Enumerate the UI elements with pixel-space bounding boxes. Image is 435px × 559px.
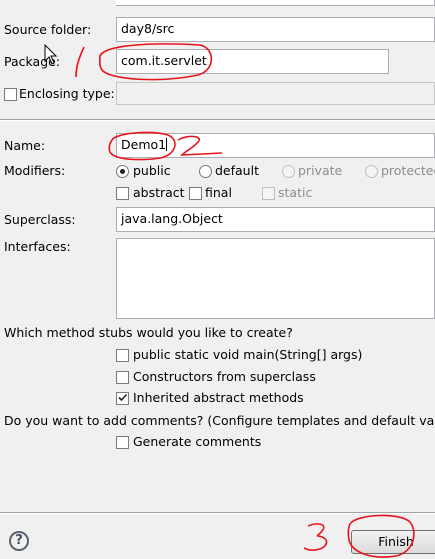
default-label: default	[215, 163, 259, 178]
static-checkbox	[262, 187, 275, 200]
abstract-checkbox[interactable]	[116, 187, 129, 200]
finish-button[interactable]: Finish	[351, 530, 435, 554]
enclosing-type-label: Enclosing type:	[19, 86, 115, 101]
checkmark-icon	[118, 393, 128, 402]
comments-question: Do you want to add comments? (Configure …	[4, 413, 435, 429]
package-input[interactable]: com.it.servlet	[116, 49, 389, 74]
name-value: Demo1	[121, 137, 167, 152]
interfaces-list[interactable]	[116, 238, 435, 319]
comments-question-text: Do you want to add comments? (Configure …	[4, 413, 435, 428]
annotation-stroke-package	[75, 46, 85, 78]
enclosing-type-input	[116, 82, 435, 105]
generate-comments-checkbox[interactable]	[116, 436, 129, 449]
constructors-label: Constructors from superclass	[133, 369, 316, 384]
default-radio[interactable]	[199, 165, 212, 178]
public-radio[interactable]	[116, 165, 129, 178]
superclass-label: Superclass:	[4, 212, 76, 227]
interfaces-label: Interfaces:	[4, 239, 71, 254]
help-icon[interactable]: ?	[9, 531, 29, 551]
method-stubs-question: Which method stubs would you like to cre…	[4, 325, 293, 340]
private-label: private	[298, 163, 343, 178]
name-input[interactable]: Demo1	[116, 133, 435, 158]
annotation-three	[303, 523, 328, 551]
modifiers-label: Modifiers:	[4, 163, 66, 178]
mouse-pointer-icon	[44, 44, 58, 65]
abstract-label: abstract	[133, 185, 185, 200]
source-folder-label: Source folder:	[4, 22, 92, 37]
generate-comments-label: Generate comments	[133, 434, 262, 449]
main-method-label: public static void main(String[] args)	[133, 347, 363, 362]
static-label: static	[278, 185, 313, 200]
protected-radio	[365, 165, 378, 178]
name-label: Name:	[4, 138, 46, 153]
top-field-edge	[116, 0, 435, 6]
enclosing-type-checkbox[interactable]	[4, 88, 17, 101]
separator-bottom-highlight	[0, 513, 435, 514]
final-checkbox[interactable]	[189, 187, 202, 200]
final-label: final	[205, 185, 232, 200]
private-radio	[282, 165, 295, 178]
public-label: public	[133, 163, 171, 178]
protected-label: protected	[381, 163, 435, 178]
separator-top-highlight	[0, 120, 435, 121]
superclass-input[interactable]: java.lang.Object	[116, 207, 435, 232]
text-caret	[166, 138, 168, 151]
constructors-checkbox[interactable]	[116, 371, 129, 384]
inherited-abstract-label: Inherited abstract methods	[133, 390, 304, 405]
main-method-checkbox[interactable]	[116, 349, 129, 362]
inherited-abstract-checkbox[interactable]	[116, 392, 129, 405]
source-folder-input[interactable]: day8/src	[116, 17, 435, 42]
